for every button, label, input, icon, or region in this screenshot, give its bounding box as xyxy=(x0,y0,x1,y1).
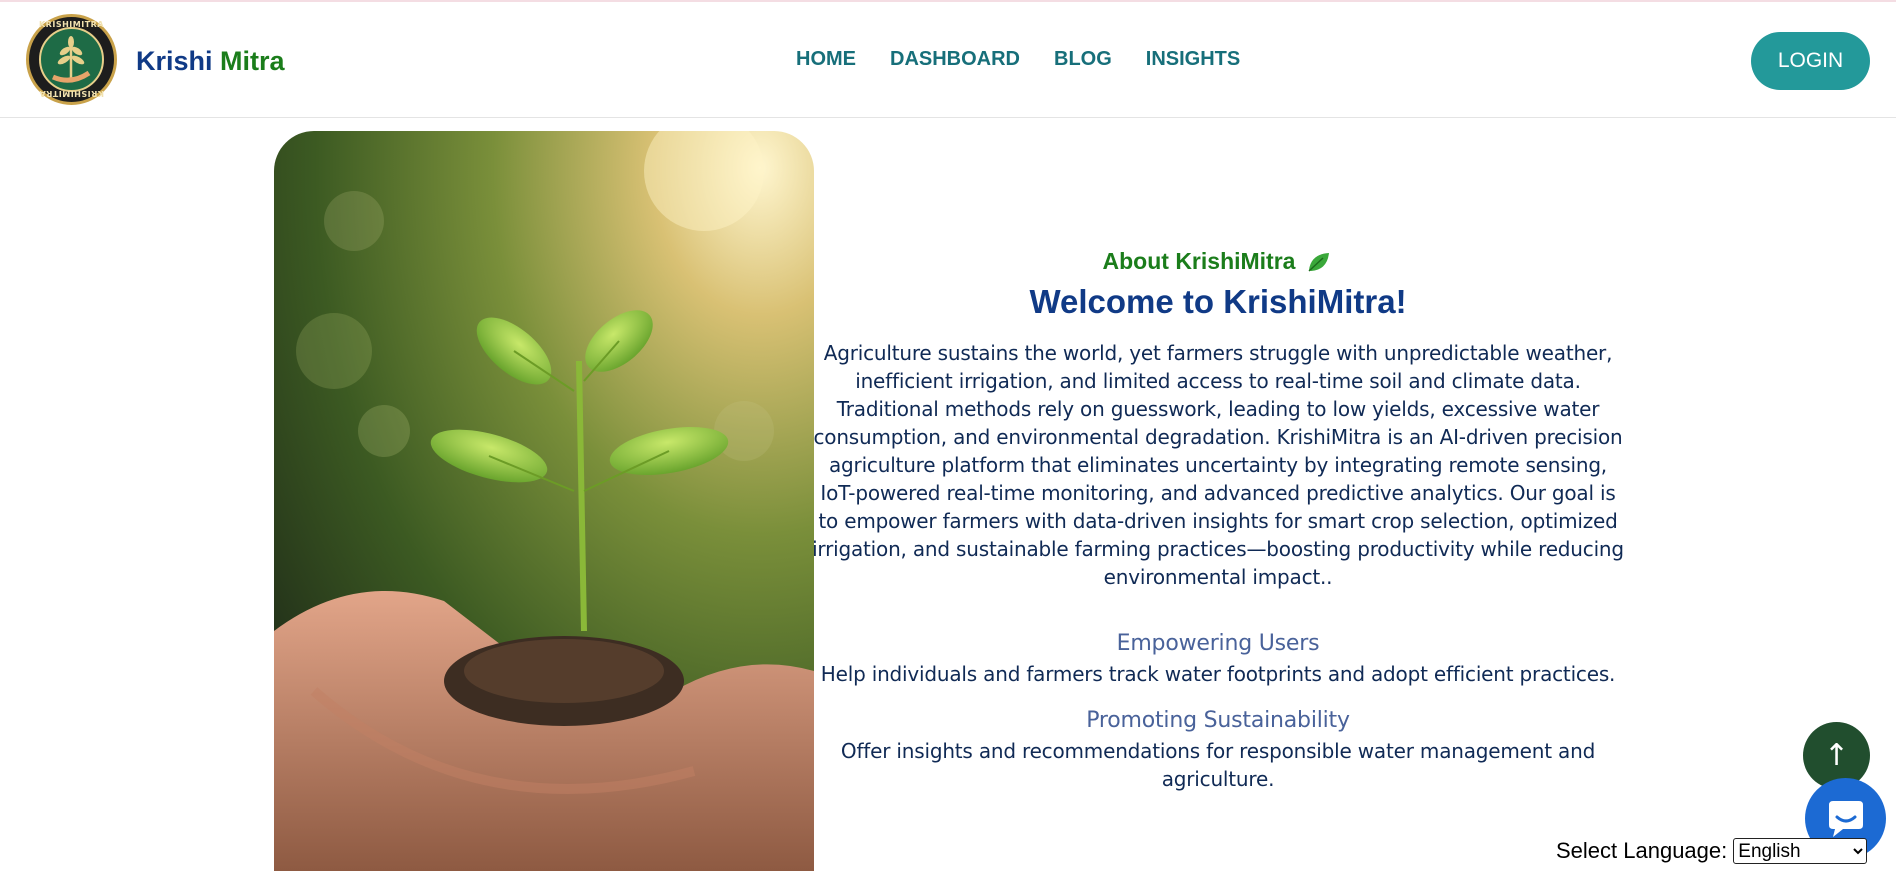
brand-part-krishi: Krishi xyxy=(136,46,213,76)
nav-home[interactable]: HOME xyxy=(796,48,856,71)
language-selector: Select Language: English xyxy=(1556,838,1868,864)
brand-part-mitra: Mitra xyxy=(220,46,285,76)
plant-hand-icon xyxy=(51,36,91,83)
language-label: Select Language: xyxy=(1556,838,1728,863)
nav-insights[interactable]: INSIGHTS xyxy=(1146,48,1240,71)
logo-ring-text-bottom: KRISHIMITRA xyxy=(39,89,105,98)
site-logo[interactable]: KRISHIMITRA KRISHIMITRA xyxy=(26,14,117,105)
feature-title-empowering-users: Empowering Users xyxy=(1116,631,1320,656)
leaf-icon xyxy=(1308,252,1330,272)
login-button[interactable]: LOGIN xyxy=(1751,32,1870,90)
language-select[interactable]: English xyxy=(1733,838,1868,864)
main-nav: HOME DASHBOARD BLOG INSIGHTS xyxy=(796,48,1240,71)
about-label: About KrishiMitra xyxy=(1102,248,1296,274)
navbar: KRISHIMITRA KRISHIMITRA Krishi Mitra HOM… xyxy=(0,2,1896,118)
seedling-in-hands-image xyxy=(274,131,814,871)
chat-icon xyxy=(1828,800,1863,837)
page-title: Welcome to KrishiMitra! xyxy=(1029,283,1407,320)
feature-text-promoting-sustainability: Offer insights and recommendations for r… xyxy=(840,739,1596,791)
brand-name[interactable]: Krishi Mitra xyxy=(136,46,285,77)
nav-blog[interactable]: BLOG xyxy=(1054,48,1112,71)
about-eyebrow: About KrishiMitra xyxy=(810,248,1626,275)
about-description: Agriculture sustains the world, yet farm… xyxy=(812,341,1624,589)
logo-emblem xyxy=(39,27,104,92)
nav-dashboard[interactable]: DASHBOARD xyxy=(890,48,1020,71)
feature-title-promoting-sustainability: Promoting Sustainability xyxy=(1086,708,1350,733)
feature-text-empowering-users: Help individuals and farmers track water… xyxy=(820,662,1616,686)
about-section: About KrishiMitra Welcome to KrishiMitra… xyxy=(810,248,1626,793)
